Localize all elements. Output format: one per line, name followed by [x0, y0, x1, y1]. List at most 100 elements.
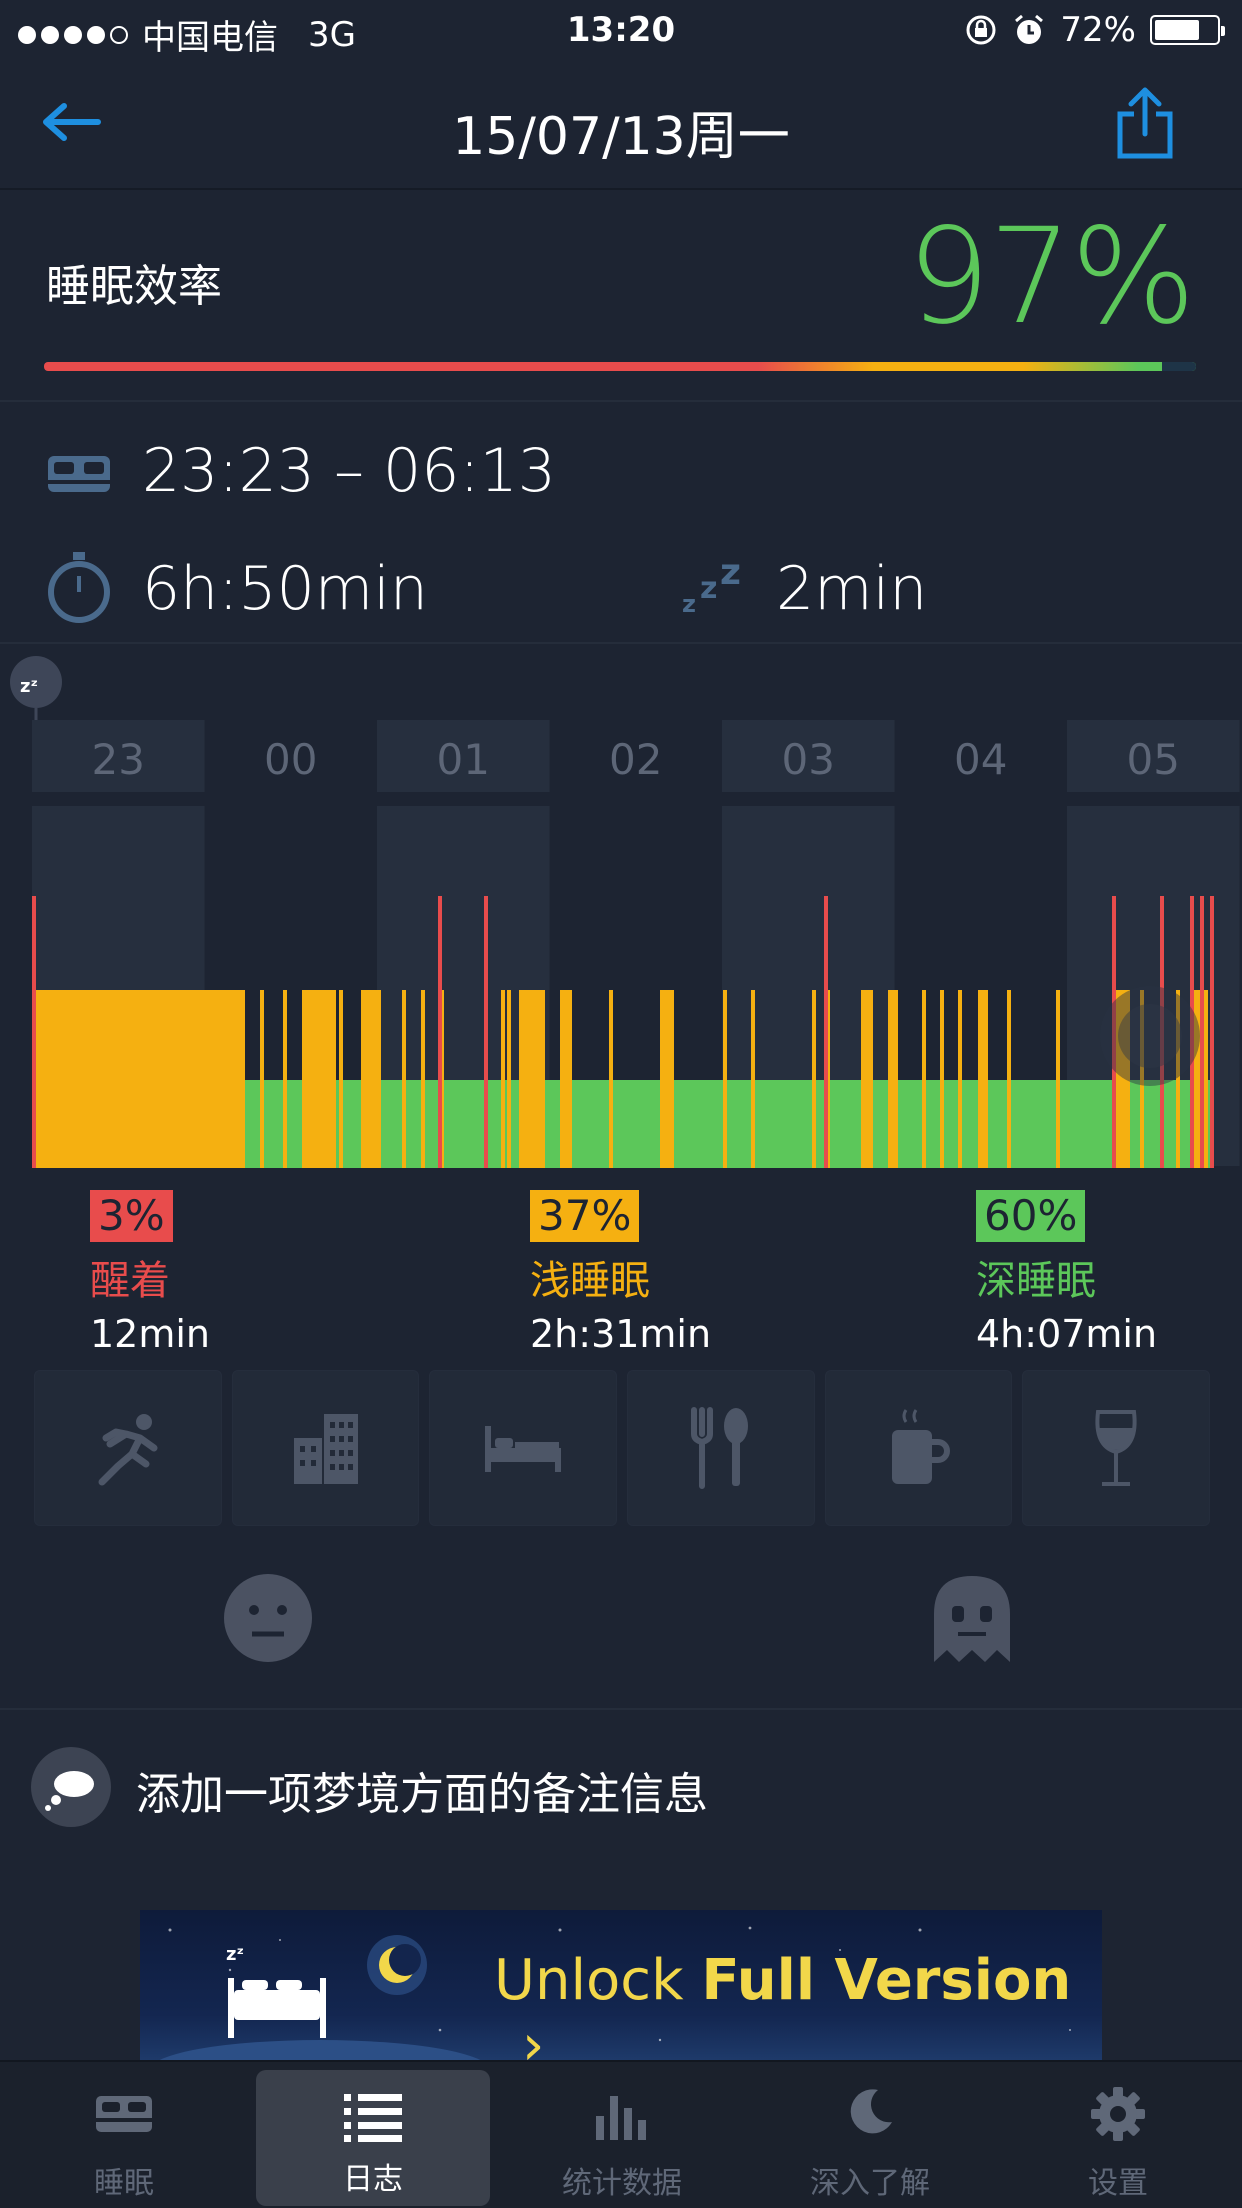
efficiency-bar — [44, 362, 1196, 371]
tab-statistics[interactable]: 统计数据 — [504, 2062, 740, 2208]
gear-icon — [1091, 2087, 1145, 2141]
stopwatch-icon — [48, 552, 110, 623]
light-sleep-segment — [660, 990, 674, 1168]
sleep-times-section: 23:23 – 06:13 6h:50min z z z 2min — [0, 404, 1242, 644]
moon-icon — [850, 2089, 892, 2134]
building-icon — [293, 1414, 358, 1484]
tab-journal[interactable]: 日志 — [256, 2070, 490, 2206]
rotation-lock-icon — [966, 15, 996, 45]
thought-bubble-icon — [31, 1747, 111, 1827]
sleep-chart-svg: zᶻ 23 00 01 02 03 04 05 — [10, 656, 1240, 1168]
svg-text:z: z — [720, 556, 741, 593]
light-sleep-segment — [302, 990, 336, 1168]
light-sleep-segment — [283, 990, 287, 1168]
legend-light-sleep: 37% 浅睡眠 2h:31min — [530, 1190, 711, 1356]
light-sleep-segment — [922, 990, 926, 1168]
battery-percent: 72% — [1060, 10, 1136, 50]
bar-chart-icon — [596, 2096, 646, 2140]
sleep-efficiency-section: 睡眠效率 97% — [0, 192, 1242, 402]
light-sleep-segment — [723, 990, 727, 1168]
alarm-icon — [1015, 14, 1044, 44]
deep-sleep-percent: 60% — [976, 1190, 1086, 1242]
hour-label: 05 — [1127, 735, 1180, 784]
light-sleep-segment — [507, 990, 511, 1168]
hour-label: 04 — [954, 735, 1007, 784]
tab-insights[interactable]: 深入了解 — [752, 2062, 988, 2208]
awake-duration: 12min — [90, 1312, 211, 1356]
light-sleep-segment — [519, 990, 545, 1168]
awake-segment — [438, 896, 442, 1168]
tab-insights-label: 深入了解 — [810, 2166, 930, 2201]
svg-text:zᶻ: zᶻ — [226, 1944, 244, 1965]
efficiency-label: 睡眠效率 — [46, 261, 222, 312]
deep-sleep-duration: 4h:07min — [976, 1312, 1158, 1356]
tag-meal[interactable] — [627, 1370, 815, 1526]
light-sleep-segment — [260, 990, 264, 1168]
light-sleep-segment — [361, 990, 381, 1168]
tab-bar: 睡眠 日志 统计数据 深入了解 设置 — [0, 2060, 1242, 2208]
deep-sleep-label: 深睡眠 — [976, 1258, 1096, 1304]
dream-note-row[interactable]: 添加一项梦境方面的备注信息 — [0, 1730, 1242, 1840]
moon-icon — [367, 1935, 427, 1995]
sleep-start-marker-icon: zᶻ — [10, 656, 62, 720]
light-sleep-segment — [501, 990, 505, 1168]
bed-time-range: 23:23 – 06:13 — [142, 436, 556, 506]
hour-label: 23 — [92, 735, 145, 784]
chevron-right-icon: › — [522, 2013, 545, 2060]
light-sleep-label: 浅睡眠 — [530, 1258, 650, 1304]
efficiency-value: 97% — [906, 200, 1196, 354]
unlock-full-version-banner[interactable]: zᶻ Unlock Full Version › — [140, 1910, 1102, 2060]
tab-statistics-label: 统计数据 — [562, 2166, 682, 2201]
awake-segment — [32, 896, 36, 1168]
bed-icon — [48, 456, 110, 492]
light-sleep-segment — [940, 990, 944, 1168]
efficiency-bar-remainder — [1162, 362, 1196, 371]
light-sleep-segment — [1007, 990, 1011, 1168]
light-sleep-segment — [560, 990, 572, 1168]
running-icon — [98, 1414, 158, 1486]
hour-label: 01 — [437, 735, 490, 784]
share-icon[interactable] — [1116, 86, 1174, 160]
navigation-bar: 15/07/13周一 — [0, 62, 1242, 190]
tab-sleep-label: 睡眠 — [94, 2166, 154, 2201]
bed-icon — [96, 2096, 152, 2132]
banner-text-bold: Full Version — [701, 1948, 1072, 2013]
tag-exercise[interactable] — [34, 1370, 222, 1526]
awake-segment — [484, 896, 488, 1168]
tag-bed[interactable] — [429, 1370, 618, 1526]
light-sleep-segment — [339, 990, 343, 1168]
sleep-chart: zᶻ 23 00 01 02 03 04 05 3% 醒着 12min 37% 浅睡眠 2h… — [0, 646, 1242, 1356]
light-sleep-duration: 2h:31min — [530, 1312, 712, 1356]
fall-asleep-time: 2min — [776, 554, 928, 624]
tab-sleep[interactable]: 睡眠 — [6, 2062, 242, 2208]
light-sleep-segment — [751, 990, 755, 1168]
activity-tags — [34, 1370, 1211, 1526]
awake-segment — [1200, 896, 1204, 1168]
tag-coffee[interactable] — [824, 1370, 1013, 1526]
tag-alcohol[interactable] — [1022, 1370, 1211, 1526]
light-sleep-segment — [888, 990, 898, 1168]
mood-section — [0, 1560, 1242, 1710]
svg-text:zᶻ: zᶻ — [20, 676, 38, 697]
light-sleep-segment — [402, 990, 406, 1168]
fork-spoon-icon — [690, 1407, 748, 1489]
tag-work[interactable] — [231, 1370, 420, 1526]
coffee-icon — [891, 1409, 950, 1484]
ghost-icon[interactable] — [930, 1572, 1014, 1664]
sleep-duration: 6h:50min — [142, 554, 428, 624]
light-sleep-percent: 37% — [530, 1190, 640, 1242]
neutral-face-icon[interactable] — [222, 1572, 314, 1664]
awake-segment — [1210, 896, 1214, 1168]
tab-settings[interactable]: 设置 — [1000, 2062, 1236, 2208]
dream-note-label: 添加一项梦境方面的备注信息 — [136, 1769, 708, 1820]
light-sleep-segment — [958, 990, 962, 1168]
svg-text:z: z — [700, 571, 717, 606]
light-sleep-segment — [1056, 990, 1060, 1168]
status-bar: 中国电信 3G 13:20 72% — [0, 0, 1242, 62]
hour-label: 03 — [782, 735, 835, 784]
light-sleep-segment — [609, 990, 613, 1168]
awake-label: 醒着 — [90, 1258, 170, 1304]
wine-icon — [1095, 1410, 1137, 1486]
zzz-icon: z z z — [682, 556, 741, 618]
light-sleep-segment — [861, 990, 873, 1168]
